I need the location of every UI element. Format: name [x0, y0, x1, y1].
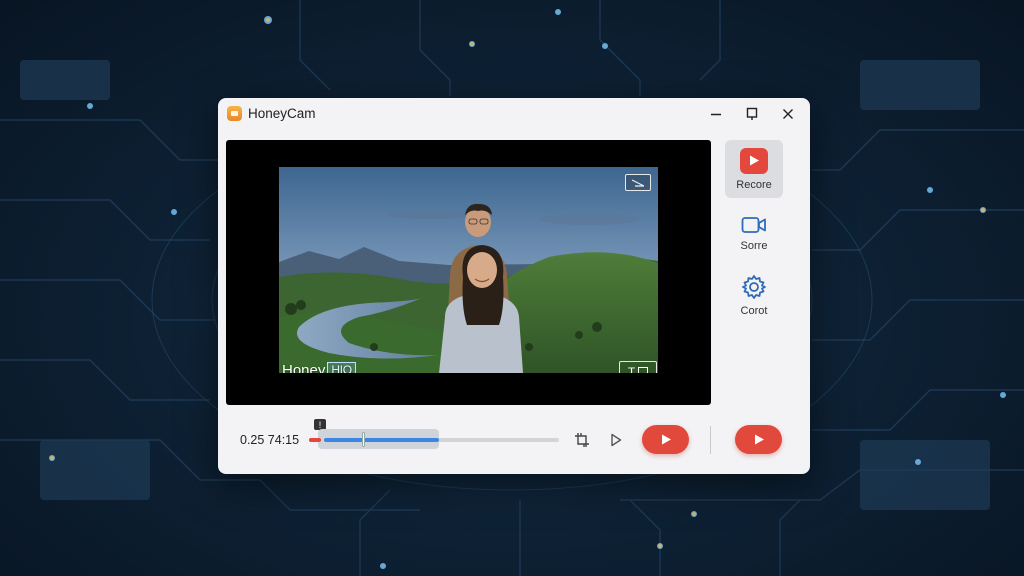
minimize-icon	[711, 113, 721, 116]
time-display: 0.25 74:15	[240, 433, 300, 447]
pin-icon	[746, 107, 758, 120]
timeline-thumb[interactable]	[362, 432, 365, 447]
sidebar-item-label: Recore	[736, 178, 772, 191]
timeline-start	[309, 438, 321, 442]
camera-icon	[741, 216, 766, 233]
caption-icon	[638, 366, 649, 373]
crop-button[interactable]	[571, 429, 593, 451]
crop-icon	[575, 433, 589, 447]
minimize-button[interactable]	[703, 102, 729, 126]
sidebar-item-record[interactable]: Recore	[725, 140, 783, 198]
play-icon	[611, 433, 622, 447]
screenshot-icon[interactable]	[625, 174, 651, 191]
app-title: HoneyCam	[248, 106, 316, 121]
pin-button[interactable]	[739, 102, 765, 126]
sidebar-item-label: Sorre	[740, 239, 768, 252]
play-button[interactable]	[605, 429, 627, 451]
caption-button[interactable]: T	[619, 361, 657, 373]
preview-frame: Honey HlO T	[279, 167, 658, 373]
sidebar-item-settings[interactable]: Corot	[725, 266, 783, 324]
record-start-button[interactable]	[642, 425, 689, 454]
watermark: Honey HlO	[282, 362, 357, 373]
close-button[interactable]	[775, 102, 801, 126]
watermark-text: Honey	[282, 362, 326, 373]
watermark-badge: HlO	[327, 362, 357, 373]
app-logo-icon	[227, 106, 242, 121]
sidebar-item-label: Corot	[740, 304, 768, 317]
video-preview[interactable]: Honey HlO T	[226, 140, 711, 405]
play-icon	[661, 434, 671, 445]
caption-label: T	[627, 364, 636, 374]
timeline-progress	[324, 438, 439, 442]
close-icon	[783, 109, 793, 119]
gear-icon	[742, 274, 766, 299]
landscape-image	[279, 167, 658, 373]
title-bar: HoneyCam	[218, 98, 810, 130]
divider	[710, 426, 711, 454]
sidebar-item-save[interactable]: Sorre	[725, 204, 783, 262]
record-button[interactable]	[735, 425, 782, 454]
record-icon	[740, 147, 768, 174]
app-window: HoneyCam Honey HlO T Recore Sorre Corot …	[218, 98, 810, 474]
play-icon	[754, 434, 764, 445]
